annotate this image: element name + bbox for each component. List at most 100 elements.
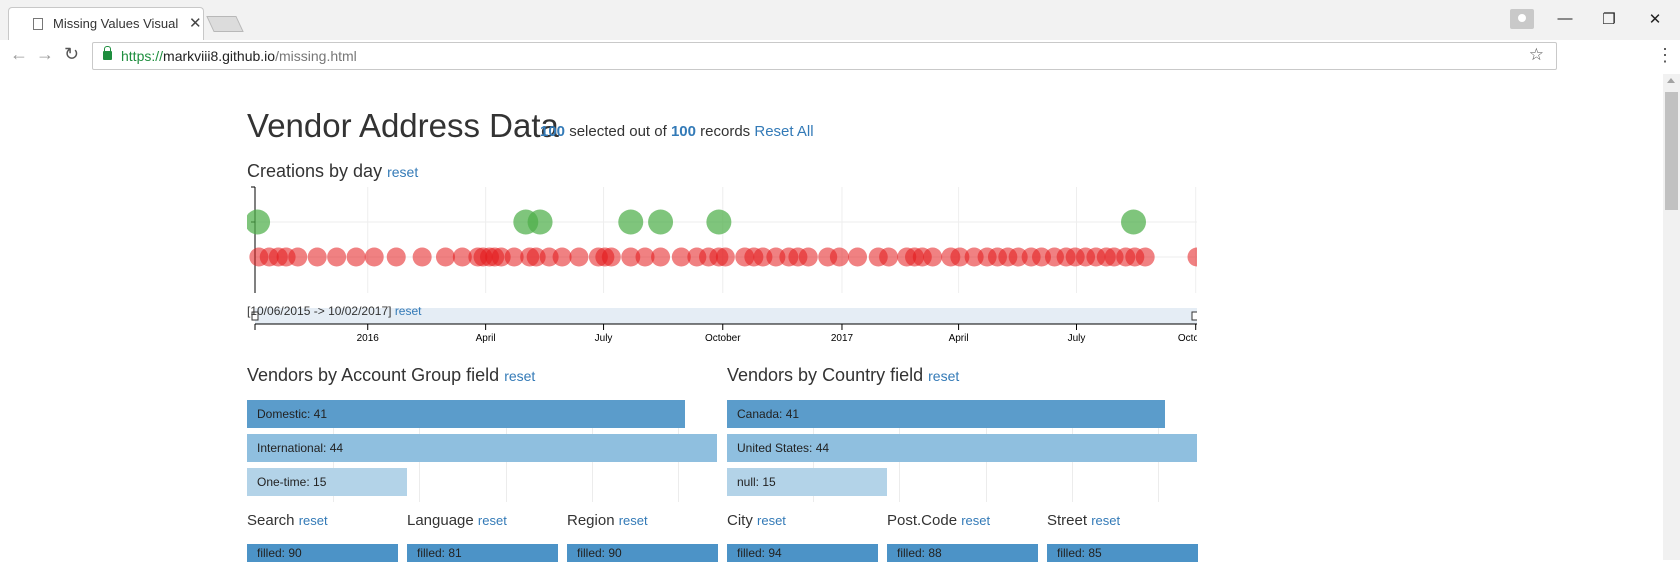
account-group-bar-label: Domestic: 41 — [257, 407, 328, 421]
account-group-bar-label: International: 44 — [257, 441, 344, 455]
range-x-tick-label: 2016 — [357, 333, 380, 344]
browser-toolbar: ← → ↻ https://markviii8.github.io/missin… — [0, 40, 1680, 74]
browser-tab[interactable]: Missing Values Visualizat ✕ — [8, 7, 204, 40]
postcode-title-text: Post.Code — [887, 512, 958, 529]
account-group-title-text: Vendors by Account Group field — [247, 365, 500, 385]
country-bar-united-states[interactable]: United States: 44 — [727, 434, 1197, 462]
red-bubble — [829, 247, 849, 267]
account-group-bar-label: One-time: 15 — [257, 475, 327, 489]
total-count: 100 — [670, 123, 696, 140]
street-chart-title: Street reset — [1047, 512, 1120, 529]
red-bubble — [346, 247, 366, 267]
postcode-filled-label: filled: 88 — [897, 546, 942, 560]
scrollbar-thumb[interactable] — [1665, 92, 1678, 210]
address-bar[interactable]: https://markviii8.github.io/missing.html… — [92, 42, 1557, 70]
city-filled-label: filled: 94 — [737, 546, 782, 560]
account-group-bar-international[interactable]: International: 44 — [247, 434, 717, 462]
selected-count: 100 — [540, 123, 566, 140]
red-bubble — [288, 247, 308, 267]
language-reset-link[interactable]: reset — [478, 513, 507, 528]
close-tab-icon[interactable]: ✕ — [189, 14, 202, 32]
street-filled-bar[interactable]: filled: 85 — [1047, 544, 1198, 562]
page-title: Vendor Address Data — [247, 107, 559, 144]
search-filled-bar[interactable]: filled: 90 — [247, 544, 398, 562]
red-bubble — [879, 247, 899, 267]
red-bubble — [798, 247, 818, 267]
green-bubble — [247, 209, 271, 235]
street-reset-link[interactable]: reset — [1091, 513, 1120, 528]
country-bar-label: Canada: 41 — [737, 407, 800, 421]
country-bar-canada[interactable]: Canada: 41 — [727, 400, 1165, 428]
region-chart-title: Region reset — [567, 512, 648, 529]
bookmark-star-icon[interactable]: ☆ — [1529, 45, 1544, 65]
postcode-reset-link[interactable]: reset — [961, 513, 990, 528]
range-x-tick-label: July — [1068, 333, 1086, 344]
selected-text: selected out of — [569, 123, 667, 140]
reset-all-link[interactable]: Reset All — [754, 123, 813, 140]
minimize-icon[interactable]: — — [1542, 10, 1588, 27]
brush-handle-right — [1191, 311, 1197, 321]
back-icon[interactable]: ← — [10, 44, 28, 65]
range-x-tick-label: April — [949, 333, 969, 344]
url-text[interactable]: https://markviii8.github.io/missing.html — [121, 48, 357, 64]
region-filled-bar[interactable]: filled: 90 — [567, 544, 718, 562]
creations-bubble-chart[interactable]: 2016 April July October 2017 April July October — [247, 185, 1197, 385]
green-bubble — [1121, 209, 1147, 235]
country-bar-null[interactable]: null: 15 — [727, 468, 887, 496]
profile-icon[interactable] — [1510, 9, 1534, 29]
city-filled-bar[interactable]: filled: 94 — [727, 544, 878, 562]
creations-title: Creations by day reset — [247, 161, 418, 182]
browser-menu-icon[interactable]: ⋮ — [1656, 45, 1674, 66]
account-group-row-chart[interactable]: Domestic: 41 International: 44 One-time: 1… — [247, 400, 717, 502]
language-title-text: Language — [407, 512, 474, 529]
red-bubble — [327, 247, 347, 267]
red-bubble — [1135, 247, 1155, 267]
postcode-chart-title: Post.Code reset — [887, 512, 990, 529]
language-filled-label: filled: 81 — [417, 546, 462, 560]
country-bar-label: null: 15 — [737, 475, 776, 489]
street-title-text: Street — [1047, 512, 1088, 529]
region-reset-link[interactable]: reset — [619, 513, 648, 528]
country-title-text: Vendors by Country field — [727, 365, 924, 385]
account-group-bar-domestic[interactable]: Domestic: 41 — [247, 400, 685, 428]
red-bubble — [364, 247, 384, 267]
account-group-bar-one-time[interactable]: One-time: 15 — [247, 468, 407, 496]
reload-icon[interactable]: ↻ — [64, 44, 79, 65]
red-bubble — [386, 247, 406, 267]
country-reset-link[interactable]: reset — [928, 368, 959, 384]
country-row-chart[interactable]: Canada: 41 United States: 44 null: 15 — [727, 400, 1197, 502]
new-tab-button[interactable] — [206, 16, 244, 32]
green-bubble — [527, 209, 553, 235]
search-reset-link[interactable]: reset — [299, 513, 328, 528]
language-filled-bar[interactable]: filled: 81 — [407, 544, 558, 562]
range-x-tick-label: 2017 — [831, 333, 854, 344]
language-chart-title: Language reset — [407, 512, 507, 529]
vertical-scrollbar[interactable] — [1663, 74, 1680, 560]
date-range-reset-link[interactable]: reset — [395, 304, 422, 318]
restore-icon[interactable]: ❐ — [1586, 10, 1632, 28]
red-bubble — [552, 247, 572, 267]
document-icon — [33, 18, 43, 30]
region-filled-label: filled: 90 — [577, 546, 622, 560]
creations-title-text: Creations by day — [247, 161, 383, 181]
red-bubble — [435, 247, 455, 267]
red-bubble — [601, 247, 621, 267]
green-bubble — [618, 209, 644, 235]
range-x-tick-label: April — [476, 333, 496, 344]
green-bubble — [706, 209, 732, 235]
range-x-tick-label: October — [1178, 333, 1197, 344]
range-x-tick-label: October — [705, 333, 741, 344]
window-close-icon[interactable]: ✕ — [1632, 10, 1678, 28]
scroll-up-icon[interactable] — [1667, 78, 1675, 83]
lock-icon — [103, 46, 112, 60]
country-bar-label: United States: 44 — [737, 441, 830, 455]
city-reset-link[interactable]: reset — [757, 513, 786, 528]
red-bubble — [923, 247, 943, 267]
postcode-filled-bar[interactable]: filled: 88 — [887, 544, 1038, 562]
creations-reset-link[interactable]: reset — [387, 164, 418, 180]
account-group-reset-link[interactable]: reset — [504, 368, 535, 384]
date-range-text: [10/06/2015 -> 10/02/2017] — [247, 304, 392, 318]
forward-icon[interactable]: → — [36, 44, 54, 65]
city-chart-title: City reset — [727, 512, 786, 529]
city-title-text: City — [727, 512, 753, 529]
